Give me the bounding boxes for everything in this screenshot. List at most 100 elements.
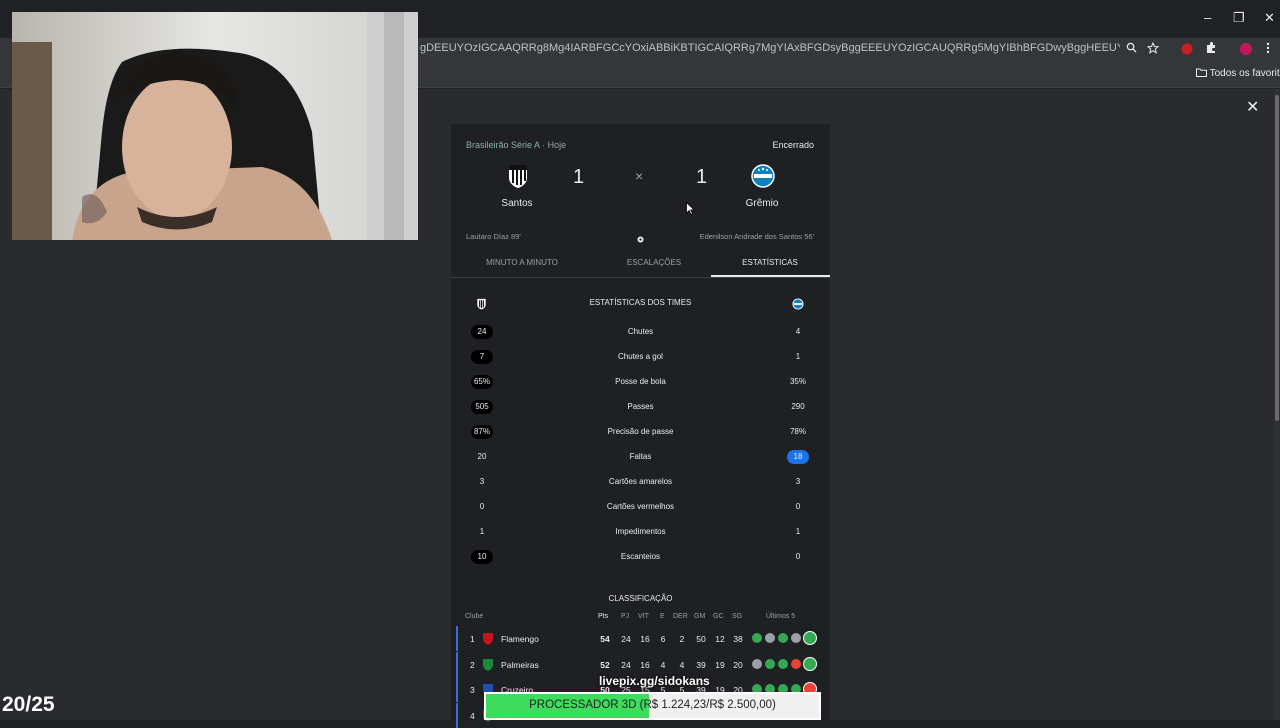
active-tab-indicator (711, 275, 830, 277)
goal-text: PROCESSADOR 3D (R$ 1.224,23/R$ 2.500,00) (529, 699, 776, 711)
home-team-name[interactable]: Santos (477, 198, 557, 209)
cell-e: 4 (660, 659, 666, 670)
club-badge-icon (482, 632, 494, 650)
tab-lineups[interactable]: ESCALAÇÕES (591, 258, 717, 267)
cell-vit: 16 (640, 659, 650, 670)
tab-minute-by-minute[interactable]: MINUTO A MINUTO (459, 258, 585, 267)
stat-label: Passes (627, 402, 654, 411)
form-draw-icon (765, 633, 775, 643)
stat-home-value: 24 (471, 325, 493, 339)
close-overlay-button[interactable]: ✕ (1246, 97, 1259, 117)
col-club: Clube (465, 613, 484, 620)
standings-row[interactable]: 1 Flamengo 54 24 16 6 2 50 12 38 (456, 626, 826, 651)
stat-away-value: 290 (791, 402, 805, 411)
restore-button[interactable]: ❐ (1233, 10, 1245, 26)
window-close-button[interactable]: ✕ (1264, 10, 1275, 26)
stat-home-value: 0 (479, 502, 485, 511)
match-panel: Brasileirão Série A · Hoje Encerrado San… (451, 124, 830, 728)
scrollbar-thumb[interactable] (1275, 95, 1279, 421)
zoom-icon[interactable] (1126, 42, 1137, 56)
menu-kebab-icon[interactable] (1266, 42, 1270, 57)
tab-statistics[interactable]: ESTATÍSTICAS (707, 258, 833, 267)
cell-der: 2 (679, 634, 685, 644)
webcam-feed (12, 12, 418, 240)
stat-away-value: 0 (795, 502, 801, 511)
extension-badge-icon[interactable] (1181, 43, 1193, 58)
stat-label: Chutes (627, 327, 654, 336)
form-win-icon (752, 633, 762, 643)
cell-sg: 20 (733, 659, 743, 670)
versus-sign: × (635, 168, 644, 184)
home-scorer: Lautaro Díaz 89' (466, 232, 521, 241)
cell-pts: 54 (600, 634, 610, 644)
standings-title: CLASSIFICAÇÃO (608, 594, 673, 603)
stat-home-value: 65% (471, 375, 493, 389)
col-der: DER (673, 613, 688, 620)
stat-row: 24 Chutes 4 (451, 322, 830, 342)
stat-away-value: 0 (795, 552, 801, 561)
row-position: 1 (470, 634, 475, 644)
stat-away-value: 3 (795, 477, 801, 486)
stat-away-value: 4 (795, 327, 801, 336)
gremio-crest-icon[interactable] (750, 163, 776, 194)
club-badge-icon (482, 658, 494, 676)
col-last5: Últimos 5 (766, 613, 796, 620)
col-e: E (660, 613, 665, 620)
mouse-cursor-icon (686, 201, 696, 220)
cell-e: 6 (660, 634, 666, 644)
cell-gc: 12 (715, 634, 725, 644)
away-team-name[interactable]: Grêmio (722, 198, 802, 209)
form-win-icon (778, 658, 788, 669)
match-date: Hoje (547, 140, 567, 150)
stat-label: Cartões amarelos (608, 477, 673, 486)
form-win-icon (765, 658, 775, 669)
stat-away-value: 18 (787, 450, 809, 464)
stat-label: Escanteios (620, 552, 661, 561)
santos-crest-icon[interactable] (507, 163, 529, 194)
stat-home-value: 505 (471, 400, 493, 414)
stat-row: 10 Escanteios 0 (451, 547, 830, 567)
stat-row: 65% Posse de bola 35% (451, 372, 830, 392)
form-loss-icon (791, 658, 801, 669)
all-bookmarks-button[interactable]: Todos os favoritos (1196, 68, 1280, 79)
stat-label: Chutes a gol (618, 352, 663, 361)
puzzle-icon[interactable] (1205, 42, 1217, 57)
cell-gc: 19 (715, 659, 725, 670)
profile-avatar-icon[interactable] (1240, 43, 1252, 58)
row-position: 4 (470, 710, 475, 721)
address-bar[interactable]: gDEEUYOzIGCAAQRRg8Mg4IARBFGCcYOxiABBiKBT… (420, 42, 1120, 54)
stat-row: 505 Passes 290 (451, 397, 830, 417)
stat-away-value: 35% (789, 377, 806, 386)
competition-line[interactable]: Brasileirão Série A · Hoje (466, 140, 566, 150)
gremio-small-crest-icon (792, 297, 804, 315)
away-score: 1 (696, 166, 708, 188)
tab-bar: MINUTO A MINUTO ESCALAÇÕES ESTATÍSTICAS (451, 248, 830, 278)
stat-label: Cartões vermelhos (606, 502, 675, 511)
form-win-icon (804, 657, 816, 670)
stat-home-value: 20 (477, 452, 487, 461)
club-name[interactable]: Flamengo (501, 634, 539, 644)
star-icon[interactable] (1146, 41, 1160, 57)
form-win-icon (778, 633, 788, 643)
cell-gm: 39 (696, 659, 706, 670)
stat-label: Precisão de passe (607, 427, 674, 436)
minimize-button[interactable]: – (1204, 10, 1211, 25)
club-name[interactable]: Palmeiras (501, 660, 539, 670)
stat-label: Faltas (629, 452, 652, 461)
stat-row: 87% Precisão de passe 78% (451, 422, 830, 442)
col-pts: Pts (598, 613, 609, 620)
cell-gm: 50 (696, 634, 706, 644)
stat-home-value: 10 (471, 550, 493, 564)
form-draw-icon (791, 633, 801, 643)
col-sg: SG (732, 613, 743, 620)
stat-away-value: 1 (795, 527, 801, 536)
standings-row[interactable]: 2 Palmeiras 52 24 16 4 4 39 19 20 (456, 651, 826, 677)
cell-pj: 24 (621, 659, 631, 670)
cell-sg: 38 (733, 634, 743, 644)
cell-pts: 52 (600, 659, 610, 670)
row-position: 2 (470, 659, 475, 670)
competition-name[interactable]: Brasileirão Série A (466, 140, 540, 150)
cell-pj: 24 (621, 634, 631, 644)
bookmarks-label: Todos os favoritos (1209, 68, 1280, 79)
stat-row: 0 Cartões vermelhos 0 (451, 497, 830, 517)
